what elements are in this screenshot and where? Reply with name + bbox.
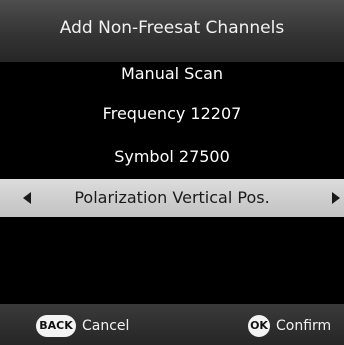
back-key-icon[interactable]: BACK	[36, 315, 76, 337]
freesat-menu-screen: Add Non-Freesat Channels Manual Scan Fre…	[0, 0, 344, 345]
arrow-right-icon[interactable]	[332, 192, 340, 204]
menu-item-symbol[interactable]: Symbol 27500	[0, 137, 344, 177]
cancel-label: Cancel	[82, 318, 130, 334]
menu-item-polarization[interactable]: Polarization Vertical Pos.	[0, 179, 344, 217]
menu-item-frequency[interactable]: Frequency 12207	[0, 94, 344, 134]
title-bar: Add Non-Freesat Channels	[0, 0, 344, 62]
footer-bar: BACK Cancel OK Confirm	[0, 304, 344, 345]
confirm-label: Confirm	[276, 318, 332, 334]
menu-item-manual-scan[interactable]: Manual Scan	[0, 54, 344, 94]
page-title: Add Non-Freesat Channels	[59, 18, 285, 38]
ok-key-icon[interactable]: OK	[248, 315, 270, 337]
polarization-label: Polarization Vertical Pos.	[74, 188, 270, 207]
